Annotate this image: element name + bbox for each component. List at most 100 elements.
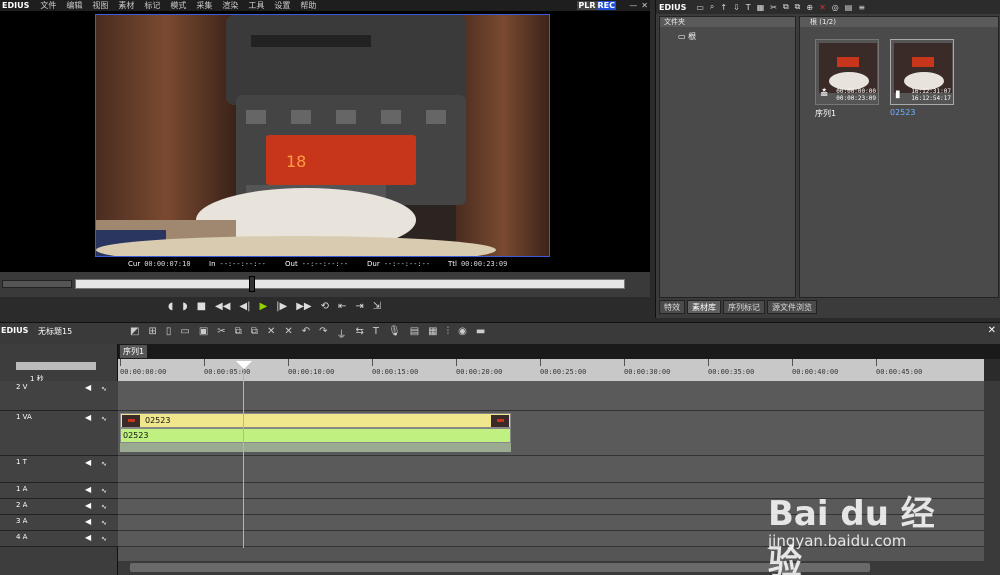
tab-sequence-markers[interactable]: 序列标记 [723,300,765,314]
export-icon[interactable]: ⇲ [373,301,381,312]
color-bar-icon[interactable]: ▦ [757,3,765,12]
video-clip[interactable]: 02523 [120,413,511,428]
timeline-cursor[interactable] [243,361,244,548]
track-header[interactable]: 2 A ◀ ∿ [0,499,118,515]
waveform-icon[interactable]: ∿ [101,385,107,393]
waveform-icon[interactable]: ∿ [101,535,107,543]
clip-sequence[interactable]: ≛ 00:00:00:00 00:00:23:09 [815,39,879,105]
track-header[interactable]: 1 T ◀ ∿ [0,456,118,483]
track-header[interactable]: 1 A ◀ ∿ [0,483,118,499]
view-mode-icon[interactable]: ▤ [845,3,853,12]
menu-render[interactable]: 渲染 [217,0,243,11]
shuttle-slider[interactable] [2,280,72,288]
menu-clip[interactable]: 素材 [113,0,139,11]
undo-icon[interactable]: ↶ [302,326,310,341]
render-icon[interactable]: ▤ [410,326,419,341]
mixer-icon[interactable]: ⫶ [447,326,450,341]
speaker-icon[interactable]: ◀ [85,413,91,422]
cut-tool-icon[interactable]: ✂ [217,326,225,341]
menu-help[interactable]: 帮助 [295,0,321,11]
speaker-icon[interactable]: ◀ [85,458,91,467]
menu-view[interactable]: 视图 [87,0,113,11]
title-tool-icon[interactable]: T [373,326,379,341]
tab-effects[interactable]: 特效 [659,300,685,314]
mic-icon[interactable]: 🎙 [388,326,401,341]
cut-icon[interactable]: ✂ [770,3,777,12]
waveform-icon[interactable]: ∿ [101,415,107,423]
loop-icon[interactable]: ⟲ [321,301,329,312]
track-header[interactable]: 1 VA ◀ ∿ [0,411,118,456]
menu-file[interactable]: 文件 [35,0,61,11]
menu-tools[interactable]: 工具 [243,0,269,11]
folder-root[interactable]: ▭ 根 [678,31,795,42]
title-icon[interactable]: T [746,3,751,12]
new-icon[interactable]: ▯ [166,326,172,341]
speaker-icon[interactable]: ◀ [85,517,91,526]
up-folder-icon[interactable]: ↑ [720,3,727,12]
player-mode-switch[interactable]: PLR REC [577,1,616,10]
rewind-icon[interactable]: ◀◀ [215,301,230,312]
tab-source-browser[interactable]: 源文件浏览 [767,300,817,314]
zoom-slider[interactable] [16,362,96,370]
plr-mode[interactable]: PLR [577,1,597,10]
menu-marker[interactable]: 标记 [139,0,165,11]
close-icon[interactable]: ✕ [641,1,648,10]
rec-mode[interactable]: REC [596,1,616,10]
record-icon[interactable]: ◉ [458,326,467,341]
menu-capture[interactable]: 采集 [191,0,217,11]
import-icon[interactable]: ⇩ [733,3,740,12]
paste-tool-icon[interactable]: ⧉ [251,326,258,341]
copy-icon[interactable]: ⧉ [783,2,789,12]
folder-icon[interactable]: ▭ [696,3,704,12]
menu-settings[interactable]: 设置 [269,0,295,11]
fast-forward-icon[interactable]: ▶▶ [296,301,311,312]
step-forward-icon[interactable]: |▶ [276,301,287,312]
track-row[interactable] [118,381,984,411]
output-icon[interactable]: ▬ [476,326,485,341]
open-icon[interactable]: ▭ [180,326,189,341]
grid-icon[interactable]: ▦ [428,326,437,341]
menu-mode[interactable]: 模式 [165,0,191,11]
tab-library[interactable]: 素材库 [687,300,721,314]
waveform-icon[interactable]: ∿ [101,487,107,495]
copy-tool-icon[interactable]: ⧉ [235,326,242,341]
waveform-icon[interactable]: ∿ [101,519,107,527]
track-header[interactable]: 2 V ◀ ∿ [0,381,118,411]
sync-icon[interactable]: ⇆ [356,326,364,341]
overwrite-icon[interactable]: ⇥ [355,301,363,312]
speaker-icon[interactable]: ◀ [85,383,91,392]
redo-icon[interactable]: ↷ [319,326,327,341]
clip-02523[interactable]: ▮ 16:12:31:07 16:12:54:17 [890,39,954,105]
set-in-icon[interactable]: ◖ [168,301,173,312]
minimize-icon[interactable]: — [629,1,637,10]
add-to-timeline-icon[interactable]: ⊕ [806,3,813,12]
audio-clip[interactable]: 02523 [120,428,511,443]
sequence-tab[interactable]: 序列1 [120,345,148,358]
speaker-icon[interactable]: ◀ [85,501,91,510]
step-back-icon[interactable]: ◀| [239,301,250,312]
track-header[interactable]: 4 A ◀ ∿ [0,531,118,547]
waveform-icon[interactable]: ∿ [101,460,107,468]
ripple-delete-icon[interactable]: ✕ [284,326,292,341]
paste-icon[interactable]: ⧉ [795,2,801,12]
menu-edit[interactable]: 编辑 [61,0,87,11]
save-icon[interactable]: ▣ [199,326,208,341]
play-icon[interactable]: ▶ [259,301,267,312]
properties-icon[interactable]: ◎ [832,3,839,12]
speaker-icon[interactable]: ◀ [85,485,91,494]
add-sequence-icon[interactable]: ⊞ [148,326,156,341]
search-icon[interactable]: ⌕ [710,2,714,12]
menu-icon[interactable]: ≡ [858,3,865,12]
horizontal-scroll-thumb[interactable] [130,563,870,572]
position-slider[interactable] [75,276,625,292]
vertical-scrollbar[interactable] [984,381,1000,561]
track-header[interactable]: 3 A ◀ ∿ [0,515,118,531]
add-marker-icon[interactable]: ⏚ [337,326,347,341]
position-handle[interactable] [249,276,255,292]
waveform-icon[interactable]: ∿ [101,503,107,511]
stop-icon[interactable]: ■ [197,301,206,312]
new-project-icon[interactable]: ◩ [130,326,139,341]
insert-icon[interactable]: ⇤ [338,301,346,312]
delete-icon[interactable]: ✕ [819,3,826,12]
delete-tool-icon[interactable]: ✕ [267,326,275,341]
